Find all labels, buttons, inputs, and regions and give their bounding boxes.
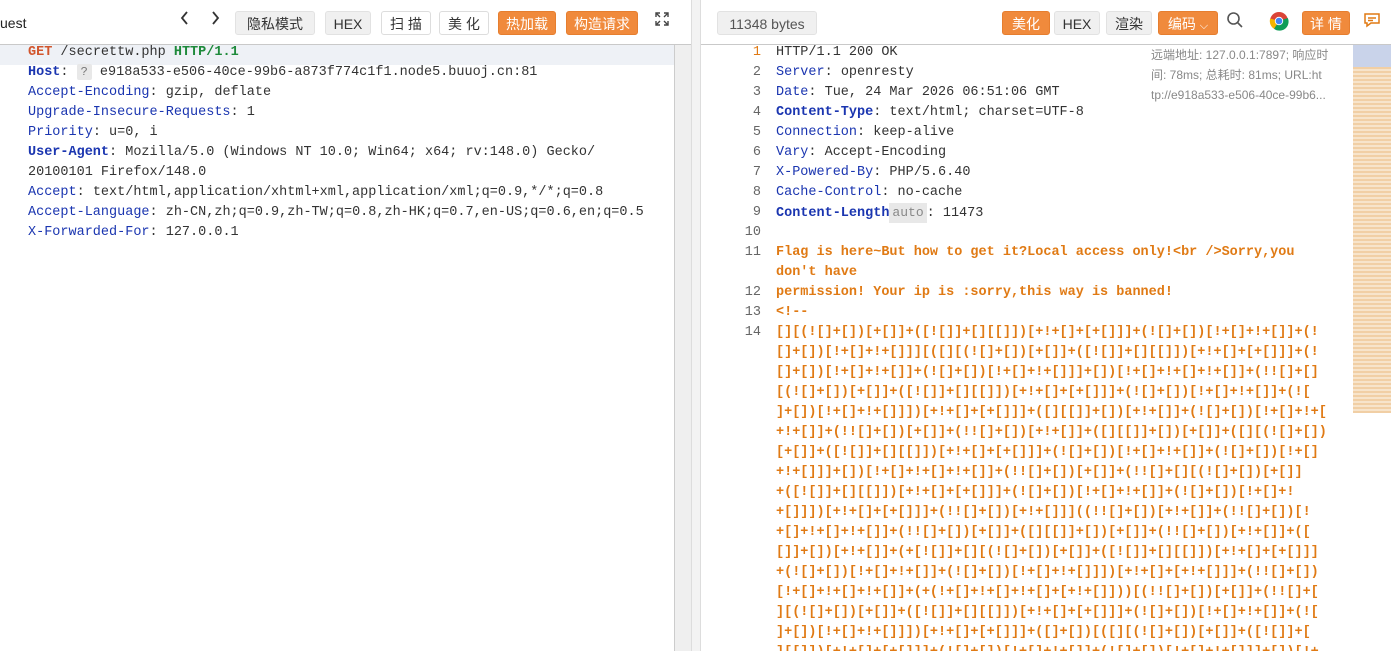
encoding-dropdown[interactable]: 编码 ⌵ [1158,11,1218,35]
line-number: 6 [752,145,761,160]
line-number: 3 [752,85,761,100]
response-body-line: Flag is here~But how to get it?Local acc… [776,245,1303,260]
response-body-line: [+[]]+([![]]+[][[]])[+!+[]+[+[]]]+(![]+[… [776,445,1319,460]
line-number: 9 [752,205,761,220]
request-panel: uest 隐私模式 HEX 扫 描 美 化 热加载 构造请求 GET /secr… [0,0,691,651]
response-toolbar: 11348 bytes 美化 HEX 渲染 编码 ⌵ 详 情 [701,0,1391,45]
response-body-line: [!+[]+!+[]+!+[]]+(+(!+[]+!+[]+!+[]+[+!+[… [776,585,1319,600]
info-line-1: 远端地址: 127.0.0.1:7897; 响应时 [1151,48,1329,62]
response-body-line: +!+[]]+(!![]+[])[+[]]+(!![]+[])[+!+[]]+(… [776,425,1327,440]
chevron-left-icon[interactable] [175,10,195,34]
header-user-agent-cont: 20100101 Firefox/148.0 [28,165,207,180]
request-scrollbar[interactable] [674,45,691,651]
response-header: Vary: Accept-Encoding [776,145,947,160]
chrome-icon[interactable] [1267,11,1291,39]
line-number: 13 [744,305,761,320]
chevron-down-icon: ⌵ [1199,20,1209,32]
response-body-line: ]+[])[!+[]+!+[]]])[+!+[]+[+[]]]+([]+[])[… [776,625,1311,640]
response-body-line: ][(![]+[])[+[]]+([![]]+[][[]])[+!+[]+[+[… [776,605,1319,620]
minimap-viewport [1353,45,1391,67]
response-body-line: +(![]+[])[!+[]+!+[]]+(![]+[])[!+[]+!+[]]… [776,565,1319,580]
header-accept-encoding: Accept-Encoding: gzip, deflate [28,85,272,100]
render-button[interactable]: 渲染 [1106,11,1152,35]
line-number: 11 [744,245,761,260]
response-header: Cache-Control: no-cache [776,185,963,200]
private-mode-button[interactable]: 隐私模式 [235,11,315,35]
response-body-line: []+[])[!+[]+!+[]]+(![]+[])[!+[]+!+[]]]+[… [776,365,1319,380]
response-header: Date: Tue, 24 Mar 2026 06:51:06 GMT [776,85,1060,100]
encoding-label: 编码 [1167,16,1196,32]
response-body-line: +([![]]+[][[]])[+!+[]+[+[]]]+(![]+[])[!+… [776,485,1295,500]
response-size-badge: 11348 bytes [717,11,817,35]
info-line-3: tp://e918a533-e506-40ce-99b6... [1151,88,1326,102]
response-body-line: +!+[]]]+[])[!+[]+!+[]+!+[]]+(!![]+[])[+[… [776,465,1303,480]
response-body-line: [(![]+[])[+[]]+([![]]+[][[]])[+!+[]+[+[]… [776,385,1311,400]
request-editor[interactable]: GET /secrettw.php HTTP/1.1 Host: ? e918a… [0,45,691,651]
line-number: 10 [744,225,761,240]
response-body-line: [][(![]+[])[+[]]+([![]]+[][[]])[+!+[]+[+… [776,325,1319,340]
panel-splitter[interactable] [691,0,701,651]
construct-request-button[interactable]: 构造请求 [566,11,638,35]
response-body-line: []+[])[!+[]+!+[]]][([][(![]+[])[+[]]+([!… [776,345,1319,360]
response-body-line: <!-- [776,305,809,320]
line-number: 12 [744,285,761,300]
response-status-line: HTTP/1.1 200 OK [776,45,898,60]
header-accept-language: Accept-Language: zh-CN,zh;q=0.9,zh-TW;q=… [28,205,644,220]
response-body-line: ][[]])[+!+[]+[+[]]]+(![]+[])[!+[]+!+[]]+… [776,643,1319,651]
request-toolbar: uest 隐私模式 HEX 扫 描 美 化 热加载 构造请求 [0,0,691,45]
header-host: Host: ? e918a533-e506-40ce-99b6-a873f774… [28,64,538,80]
response-header: X-Powered-By: PHP/5.6.40 [776,165,971,180]
response-beautify-button[interactable]: 美化 [1002,11,1050,35]
header-priority: Priority: u=0, i [28,125,158,140]
response-body-line: ]+[])[!+[]+!+[]]])[+!+[]+[+[]]]+([][[]]+… [776,405,1327,420]
response-header: Server: openresty [776,65,914,80]
response-minimap[interactable] [1349,45,1391,651]
response-header: Content-Type: text/html; charset=UTF-8 [776,105,1084,120]
line-number: 4 [752,105,761,120]
comment-icon[interactable] [1361,11,1383,37]
request-line: GET /secrettw.php HTTP/1.1 [28,45,239,60]
response-panel: 11348 bytes 美化 HEX 渲染 编码 ⌵ 详 情 123456789… [701,0,1391,651]
hot-load-button[interactable]: 热加载 [498,11,556,35]
expand-icon[interactable] [652,11,672,35]
beautify-button[interactable]: 美 化 [439,11,489,35]
response-body-line: permission! Your ip is :sorry,this way i… [776,285,1173,300]
header-content-length: Content-Length auto: 11473 [776,203,984,223]
response-body-line: +[]]])[+!+[]+[+[]]]+(!![]+[])[+!+[]]]((!… [776,505,1311,520]
header-accept: Accept: text/html,application/xhtml+xml,… [28,185,604,200]
request-panel-title: uest [0,15,27,31]
details-button[interactable]: 详 情 [1302,11,1350,35]
response-header: Connection: keep-alive [776,125,955,140]
response-body-line: +[]+!+[]+!+[]]+(!![]+[])[+[]]+([][[]]+[]… [776,525,1311,540]
header-x-forwarded-for: X-Forwarded-For: 127.0.0.1 [28,225,239,240]
host-help-badge[interactable]: ? [76,64,92,80]
line-number: 5 [752,125,761,140]
hex-button[interactable]: HEX [325,11,371,35]
header-user-agent: User-Agent: Mozilla/5.0 (Windows NT 10.0… [28,145,596,160]
response-hex-button[interactable]: HEX [1054,11,1100,35]
line-number: 14 [744,325,761,340]
response-body-line: don't have [776,265,858,280]
search-icon[interactable] [1224,11,1246,37]
auto-badge: auto [889,203,927,223]
info-line-2: 间: 78ms; 总耗时: 81ms; URL:ht [1151,68,1322,82]
response-body-line: []]+[])[+!+[]]+(+[![]]+[][(![]+[])[+[]]+… [776,545,1319,560]
minimap-content [1353,67,1391,413]
line-number: 1 [752,45,761,60]
header-upgrade-insecure: Upgrade-Insecure-Requests: 1 [28,105,255,120]
response-editor[interactable]: 1 2 3 4 5 6 7 8 9 10 11 12 13 14 HTTP/1.1 200 OK Serv… [701,45,1391,651]
response-info-box: 远端地址: 127.0.0.1:7897; 响应时 间: 78ms; 总耗时: … [1151,45,1341,105]
chevron-right-icon[interactable] [205,10,225,34]
line-number: 7 [752,165,761,180]
line-number: 8 [752,185,761,200]
scan-button[interactable]: 扫 描 [381,11,431,35]
line-number: 2 [752,65,761,80]
